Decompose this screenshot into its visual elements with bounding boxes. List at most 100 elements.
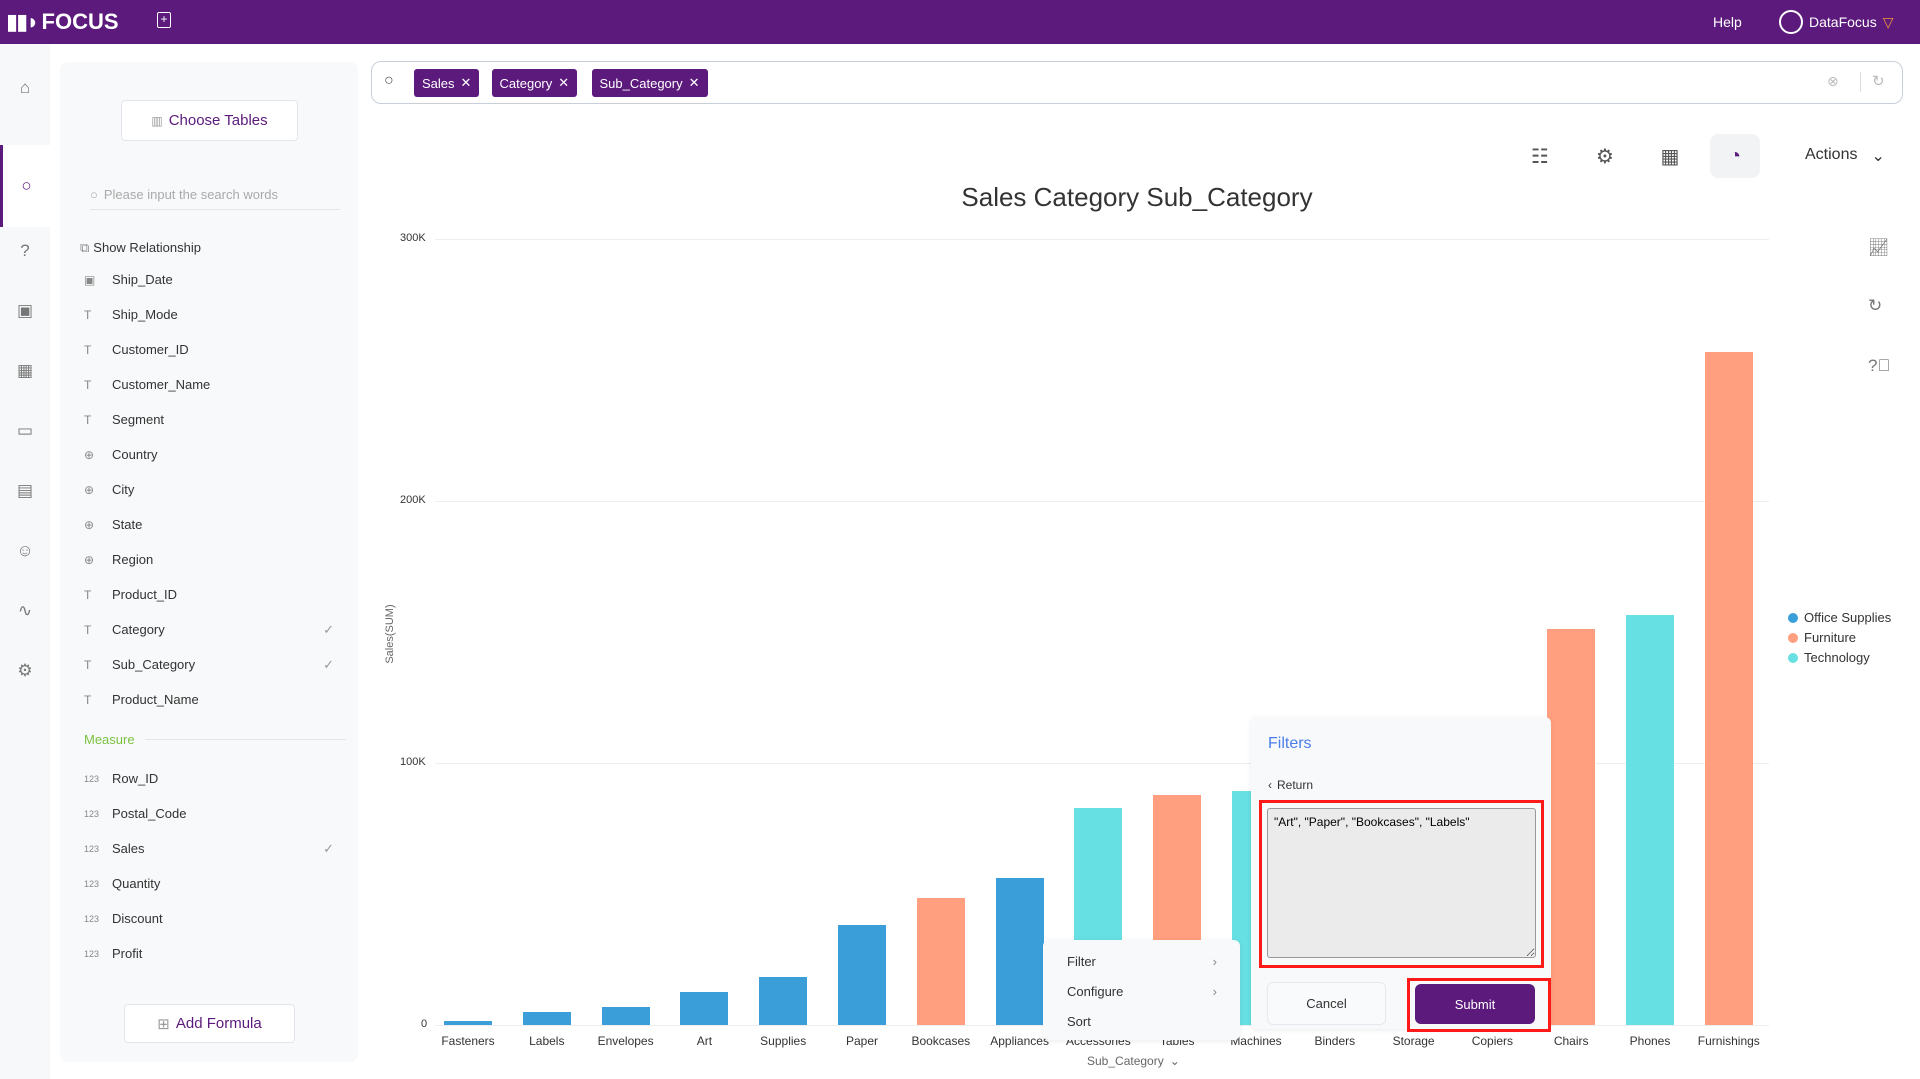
chevron-down-icon: ⌄ xyxy=(1871,148,1885,165)
folder-icon[interactable]: ▭ xyxy=(0,401,50,461)
field-name: Discount xyxy=(112,911,163,926)
user-name: DataFocus xyxy=(1809,14,1877,30)
x-axis-label[interactable]: Sub_Category ⌄ xyxy=(1087,1054,1180,1068)
field-item[interactable]: T Sub_Category ✓ xyxy=(84,647,344,682)
field-item[interactable]: ⊕ Region xyxy=(84,542,344,577)
menu-item-sort[interactable]: Sort xyxy=(1067,1014,1227,1029)
logo[interactable]: ▮▮◗ FOCUS xyxy=(6,9,119,35)
field-item[interactable]: T Customer_ID xyxy=(84,332,344,367)
clear-icon[interactable]: ⊗ xyxy=(1827,73,1839,90)
close-icon[interactable]: ✕ xyxy=(558,75,569,91)
user-menu[interactable]: DataFocus ▽ xyxy=(1779,10,1893,34)
bar-envelopes[interactable] xyxy=(601,1006,650,1025)
show-relationship-link[interactable]: ⧉ Show Relationship xyxy=(80,240,201,256)
trend-icon[interactable]: 📈︎ xyxy=(1868,238,1890,258)
measure-item[interactable]: 123 Discount xyxy=(84,901,344,936)
bar-paper[interactable] xyxy=(838,925,886,1025)
field-item[interactable]: ⊕ Country xyxy=(84,437,344,472)
menu-item-filter[interactable]: Filter › xyxy=(1067,954,1227,969)
bar-art[interactable] xyxy=(680,991,729,1025)
measure-section-header: Measure xyxy=(84,732,346,747)
field-search-input[interactable]: ○ Please input the search words xyxy=(90,180,340,210)
relationship-icon: ⧉ xyxy=(80,240,90,255)
field-item[interactable]: ▣ Ship_Date xyxy=(84,262,344,297)
home-icon[interactable]: ⌂ xyxy=(0,58,50,118)
search-token[interactable]: Sub_Category ✕ xyxy=(591,69,708,97)
user-icon[interactable]: ☺ xyxy=(0,521,50,581)
pulse-icon[interactable]: ∿ xyxy=(0,581,50,641)
chart-icon: ▥ xyxy=(151,113,163,128)
chart-type-icon[interactable]: ◔ xyxy=(1710,134,1760,178)
search-icon[interactable]: ○ xyxy=(0,145,50,227)
geo-type-icon: ⊕ xyxy=(84,552,95,567)
y-tick-label: 200K xyxy=(400,494,426,506)
refresh-icon[interactable]: ↻ xyxy=(1872,72,1885,90)
configure-label: Configure xyxy=(1067,984,1124,999)
search-icon: ○ xyxy=(384,72,394,89)
help-icon[interactable]: ? xyxy=(0,221,50,281)
bar-phones[interactable] xyxy=(1626,614,1674,1025)
nav-rail: ⌂ ○? ▣ ▦ ▭ ▤ ☺ ∿ ⚙ xyxy=(0,44,50,1079)
settings-icon[interactable]: ⚙ xyxy=(0,641,50,701)
legend-item[interactable]: Office Supplies xyxy=(1788,610,1891,625)
choose-tables-button[interactable]: ▥ Choose Tables xyxy=(121,100,298,141)
x-tick-label: Supplies xyxy=(760,1034,807,1048)
legend-item[interactable]: Furniture xyxy=(1788,630,1856,645)
new-tab-icon[interactable]: + xyxy=(157,12,171,28)
field-item[interactable]: T Segment xyxy=(84,402,344,437)
clipboard-icon[interactable]: ▤ xyxy=(0,461,50,521)
bar-labels[interactable] xyxy=(522,1011,571,1025)
search-token[interactable]: Sales ✕ xyxy=(414,69,480,97)
search-bar[interactable]: ○ Sales ✕ Category ✕ Sub_Category ✕ ⊗ ↻ xyxy=(371,61,1903,104)
actions-dropdown[interactable]: Actions ⌄ xyxy=(1805,146,1885,166)
measure-item[interactable]: 123 Profit xyxy=(84,936,344,971)
add-formula-button[interactable]: ⊞ Add Formula xyxy=(124,1004,295,1043)
gear-icon[interactable]: ⚙ xyxy=(1580,134,1630,178)
add-icon: ⊞ xyxy=(157,1015,170,1033)
measure-item[interactable]: 123 Postal_Code xyxy=(84,796,344,831)
field-item[interactable]: ⊕ State xyxy=(84,507,344,542)
help-icon[interactable]: ?⃝ xyxy=(1868,356,1890,376)
help-link[interactable]: Help xyxy=(1713,14,1742,30)
bar-fasteners[interactable] xyxy=(444,1021,492,1025)
field-item[interactable]: T Product_Name xyxy=(84,682,344,717)
field-item[interactable]: T Customer_Name xyxy=(84,367,344,402)
bar-supplies[interactable] xyxy=(759,977,808,1025)
return-link[interactable]: ‹ Return xyxy=(1268,778,1313,792)
filter-values-textarea[interactable]: "Art", "Paper", "Bookcases", "Labels" xyxy=(1267,808,1536,958)
vip-icon: ▽ xyxy=(1882,13,1894,30)
close-icon[interactable]: ✕ xyxy=(461,75,472,91)
legend-swatch xyxy=(1788,652,1798,663)
field-item[interactable]: ⊕ City xyxy=(84,472,344,507)
legend-item[interactable]: Technology xyxy=(1788,650,1870,665)
search-token[interactable]: Category ✕ xyxy=(491,69,578,97)
field-item[interactable]: T Product_ID xyxy=(84,577,344,612)
actions-label: Actions xyxy=(1805,146,1858,163)
data-panel-toggle-icon[interactable]: ☷ xyxy=(1515,134,1565,178)
cancel-button[interactable]: Cancel xyxy=(1267,982,1386,1025)
measure-item[interactable]: 123 Row_ID xyxy=(84,761,344,796)
field-name: Sub_Category xyxy=(112,657,196,672)
legend-label: Technology xyxy=(1804,650,1870,665)
measure-item[interactable]: 123 Sales ✓ xyxy=(84,831,344,866)
add-formula-label: Add Formula xyxy=(175,1015,262,1032)
submit-button[interactable]: Submit xyxy=(1415,984,1535,1024)
bar-chairs[interactable] xyxy=(1547,629,1596,1025)
x-tick-label: Chairs xyxy=(1553,1034,1589,1048)
table-icon[interactable]: ▦ xyxy=(0,341,50,401)
chevron-right-icon: › xyxy=(1212,954,1217,969)
bar-furnishings[interactable] xyxy=(1704,351,1753,1025)
field-item[interactable]: T Ship_Mode xyxy=(84,297,344,332)
x-tick-label: Art xyxy=(696,1034,713,1048)
number-type-icon: 123 xyxy=(84,948,100,959)
refresh-icon[interactable]: ↻ xyxy=(1868,296,1882,316)
measure-item[interactable]: 123 Quantity xyxy=(84,866,344,901)
presentation-icon[interactable]: ▣ xyxy=(0,281,50,341)
y-tick-label: 100K xyxy=(400,756,426,768)
close-icon[interactable]: ✕ xyxy=(689,75,700,91)
field-item[interactable]: T Category ✓ xyxy=(84,612,344,647)
menu-item-configure[interactable]: Configure › xyxy=(1067,984,1227,999)
bar-bookcases[interactable] xyxy=(916,897,965,1025)
table-icon[interactable]: ▦ xyxy=(1645,134,1695,178)
bar-appliances[interactable] xyxy=(995,878,1044,1025)
